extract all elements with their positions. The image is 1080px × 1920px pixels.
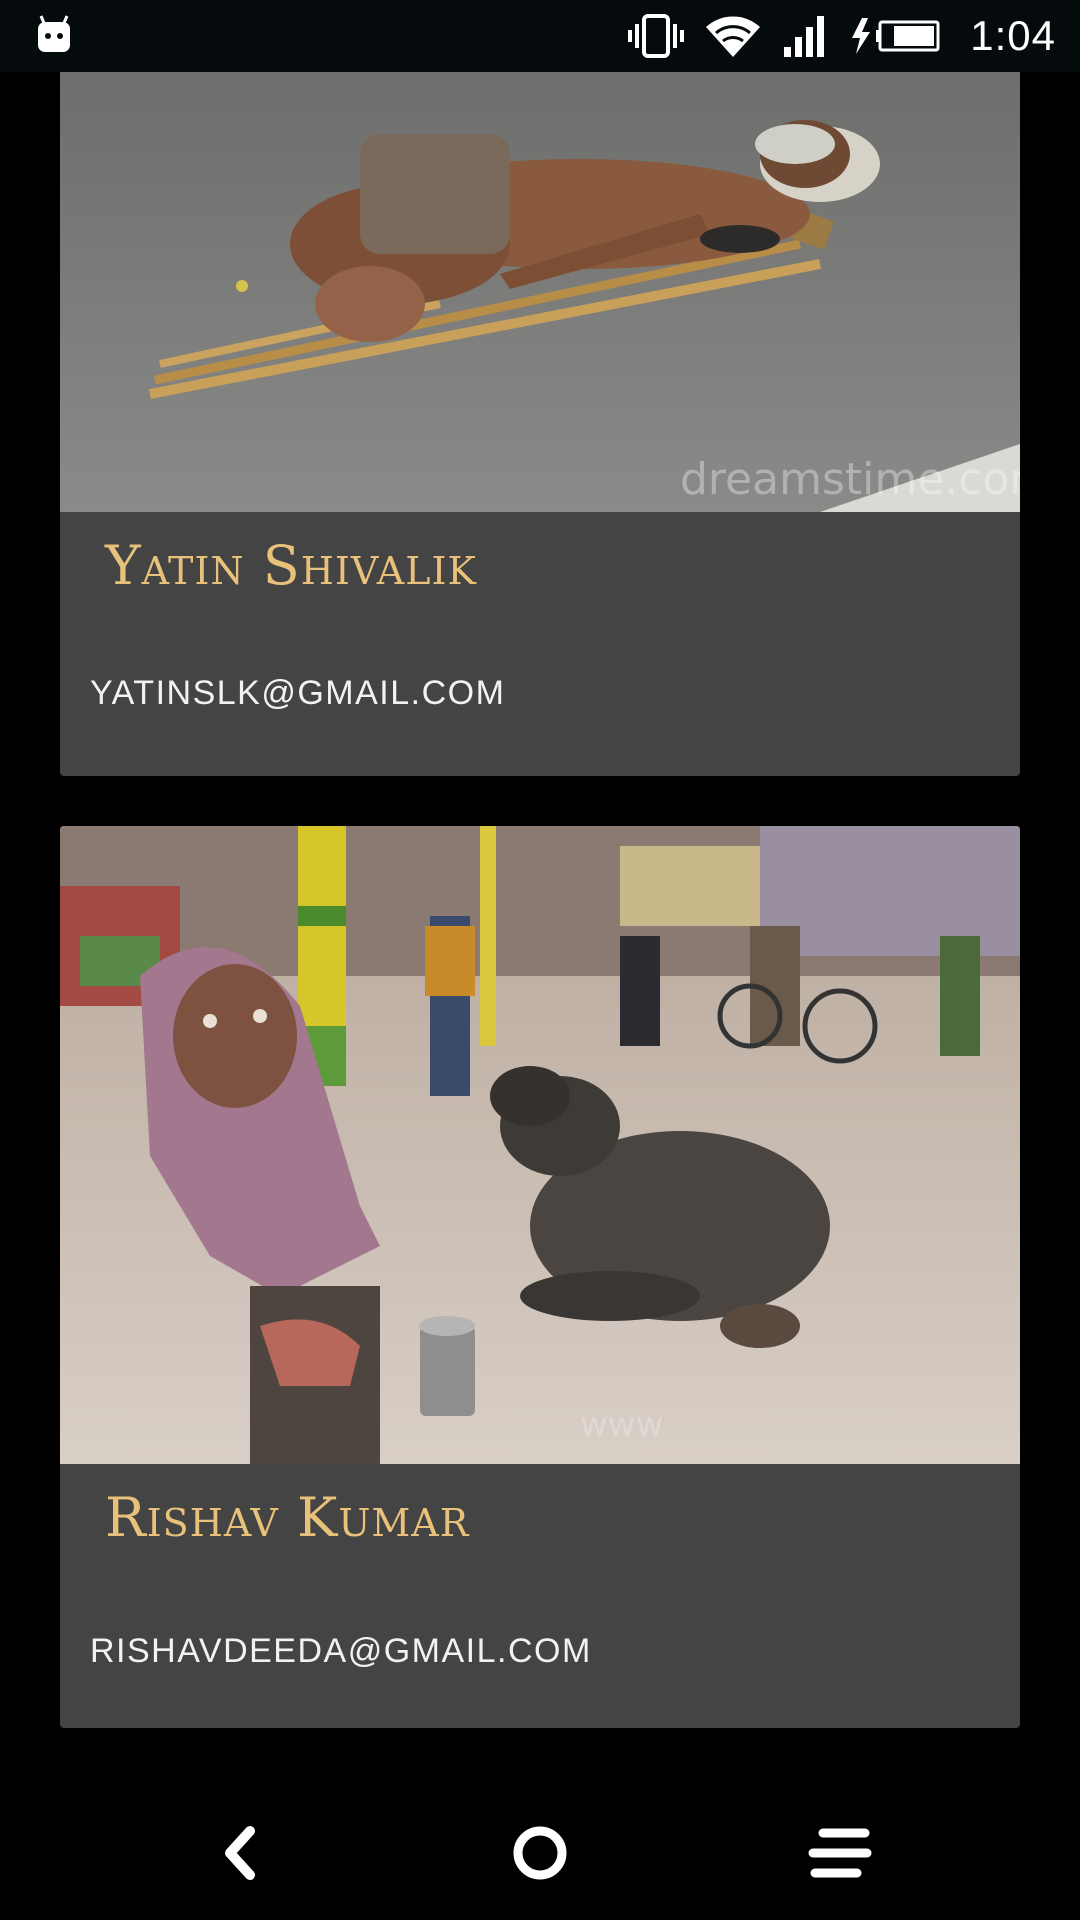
android-notification-icon [38, 15, 70, 52]
profile-name: Yatin Shivalik [105, 534, 477, 597]
profile-card[interactable]: dreamstime.com Yatin Shivalik YATINSLK@G… [60, 72, 1020, 776]
battery-charging-icon [852, 18, 940, 54]
back-icon [225, 1826, 255, 1880]
status-bar: 1:04 [0, 0, 1080, 72]
profile-photo: www [60, 826, 1020, 1464]
recents-icon [808, 1828, 872, 1878]
profile-email[interactable]: RISHAVDEEDA@GMAIL.COM [90, 1632, 592, 1671]
signal-icon [784, 16, 825, 57]
wifi-icon [706, 16, 761, 57]
svg-text:www: www [580, 1405, 663, 1445]
vibrate-icon [628, 14, 685, 58]
recents-button[interactable] [785, 1808, 895, 1898]
street-child-image: www [60, 826, 1020, 1464]
svg-text:dreamstime.com: dreamstime.com [680, 454, 1020, 505]
status-time: 1:04 [970, 12, 1056, 59]
man-on-road-image: dreamstime.com [60, 72, 1020, 512]
profile-card[interactable]: www Rishav Kumar RISHAVDEEDA@GMAIL.COM [60, 826, 1020, 1728]
home-button[interactable] [485, 1808, 595, 1898]
profile-email[interactable]: YATINSLK@GMAIL.COM [90, 674, 505, 713]
home-icon [513, 1826, 567, 1880]
navigation-bar [0, 1784, 1080, 1920]
profile-name: Rishav Kumar [105, 1486, 470, 1549]
profile-feed[interactable]: dreamstime.com Yatin Shivalik YATINSLK@G… [0, 72, 1080, 1784]
profile-photo: dreamstime.com [60, 72, 1020, 512]
back-button[interactable] [185, 1808, 295, 1898]
